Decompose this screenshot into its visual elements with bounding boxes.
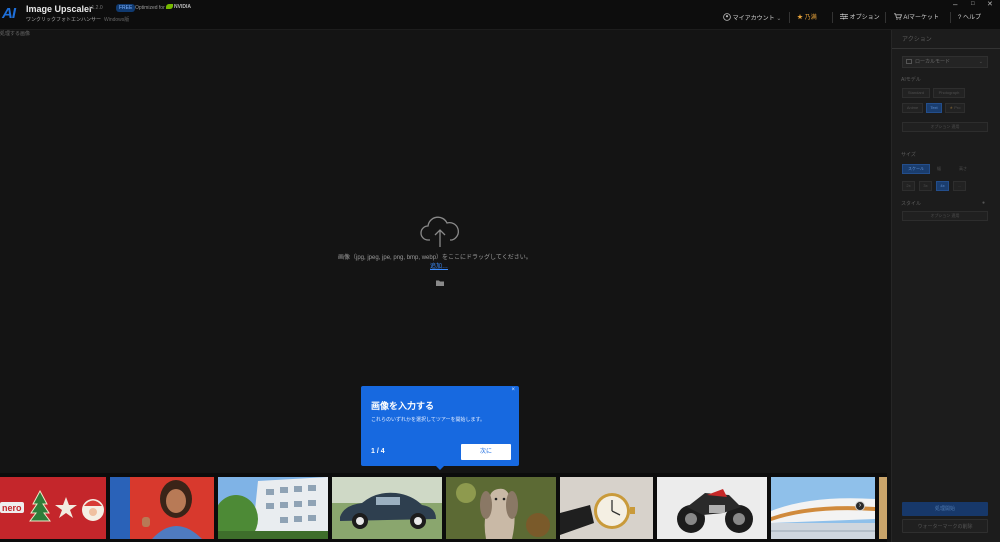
app-subtitle: ワンクリックフォトエンハンサー <box>26 17 102 23</box>
tour-description: これらのいずれかを選択してツアーを開始します。 <box>371 417 486 423</box>
help-button[interactable]: ? ヘルプ <box>958 13 981 23</box>
size-scale-tab[interactable]: スケール <box>902 164 930 174</box>
pro-icon: ★ <box>949 105 954 110</box>
title-bar: AI Image Upscaler v1.2.0 FREE Optimized … <box>0 0 1000 30</box>
ai-market-label: AIマーケット <box>903 15 940 21</box>
model-pro-label: Pro <box>954 105 961 110</box>
app-version: v1.2.0 <box>89 5 103 11</box>
upgrade-button[interactable]: ★ 乃满 <box>797 13 817 23</box>
drop-instructions: 画像（jpg, jpeg, jpe, png, bmp, webp）をここにドラ… <box>338 255 532 261</box>
sample-image-strip: nero <box>0 473 887 542</box>
action-panel: アクション ローカルモード ⌄ AIモデル Standard Photograp… <box>891 30 1000 542</box>
maximize-button[interactable]: □ <box>971 1 975 7</box>
chevron-right-icon[interactable]: › <box>855 501 865 511</box>
thumb-partial[interactable] <box>879 477 887 539</box>
app-window: AI Image Upscaler v1.2.0 FREE Optimized … <box>0 0 1000 542</box>
divider <box>832 12 833 23</box>
question-icon: ? <box>958 15 962 21</box>
upgrade-label: 乃满 <box>804 15 817 21</box>
tab-actions-label: アクション <box>902 37 932 43</box>
tour-next-button[interactable]: 次に <box>461 444 511 460</box>
mode-select-value: ローカルモード <box>915 59 951 65</box>
start-processing-button[interactable]: 処理開始 <box>902 502 988 516</box>
size-width-tab[interactable]: 幅 <box>933 164 945 174</box>
nvidia-label: NVIDIA <box>174 4 191 10</box>
divider <box>789 12 790 23</box>
scale-more-button[interactable]: ... <box>953 181 966 191</box>
svg-text:nero: nero <box>2 503 22 513</box>
thumb-motorcycle[interactable] <box>657 477 767 539</box>
tab-actions[interactable]: アクション <box>892 30 1000 49</box>
close-button[interactable]: ✕ <box>987 0 993 8</box>
nvidia-eye-icon <box>166 4 173 9</box>
scale-3x-button[interactable]: 3x <box>919 181 932 191</box>
help-label: ヘルプ <box>963 15 982 21</box>
model-text-button[interactable]: Text <box>926 103 942 113</box>
app-logo: AI <box>2 5 16 22</box>
style-options-button[interactable]: オプション 適用 <box>902 211 988 221</box>
motorcycle-image <box>657 477 767 539</box>
info-icon[interactable]: ● <box>982 200 985 206</box>
vintage-car-image <box>332 477 442 539</box>
user-icon <box>723 13 731 21</box>
options-label: オプション <box>849 15 880 21</box>
ai-market-button[interactable]: AIマーケット <box>894 13 939 23</box>
tour-pointer <box>435 465 445 470</box>
divider <box>885 12 886 23</box>
tour-step-counter: 1 / 4 <box>371 448 385 455</box>
my-account-label: マイアカウント <box>732 16 775 22</box>
options-button[interactable]: オプション <box>840 13 880 23</box>
scale-4x-button[interactable]: 4x <box>936 181 949 191</box>
model-photograph-button[interactable]: Photograph <box>933 88 965 98</box>
tour-title: 画像を入力する <box>371 401 435 411</box>
model-pro-button[interactable]: ★ Pro <box>945 103 965 113</box>
mode-select[interactable]: ローカルモード ⌄ <box>902 56 988 68</box>
monitor-icon <box>906 59 912 64</box>
thumb-wristwatch[interactable] <box>560 477 653 539</box>
tour-close-button[interactable]: × <box>511 387 515 393</box>
cloud-upload-icon[interactable] <box>420 214 460 248</box>
building-image <box>218 477 328 539</box>
tour-popup: × 画像を入力する これらのいずれかを選択してツアーを開始します。 1 / 4 … <box>361 386 519 466</box>
my-account-button[interactable]: マイアカウント ⌄ <box>723 13 781 23</box>
thumb-vintage-car[interactable] <box>332 477 442 539</box>
model-options-button[interactable]: オプション 適用 <box>902 122 988 132</box>
chevron-down-icon: ⌄ <box>776 16 782 22</box>
wristwatch-image <box>560 477 653 539</box>
sliders-icon <box>840 13 848 20</box>
chevron-down-icon: ⌄ <box>978 59 983 65</box>
minimize-button[interactable]: – <box>953 0 957 9</box>
thumb-smiling-woman[interactable] <box>110 477 214 539</box>
divider <box>950 12 951 23</box>
add-images-link[interactable]: 追加… <box>430 261 448 270</box>
app-edition: Windows版 <box>104 17 130 23</box>
model-standard-button[interactable]: Standard <box>902 88 930 98</box>
app-title: Image Upscaler <box>26 4 93 14</box>
thumb-christmas-cookies[interactable]: nero <box>0 477 106 539</box>
optimized-for-text: Optimized for <box>135 5 165 11</box>
thumb-dog[interactable] <box>446 477 556 539</box>
woman-image <box>110 477 214 539</box>
size-height-tab[interactable]: 高さ <box>954 164 972 174</box>
cart-icon <box>894 13 903 20</box>
style-label: スタイル <box>901 201 922 207</box>
star-icon: ★ <box>797 15 804 21</box>
cookies-image: nero <box>0 477 106 539</box>
free-badge: FREE <box>116 4 136 12</box>
folder-icon[interactable] <box>436 280 444 286</box>
nvidia-logo: NVIDIA <box>166 4 191 10</box>
ai-model-label: AIモデル <box>901 77 921 83</box>
dog-image <box>446 477 556 539</box>
main-header: 処理する画像 <box>0 31 31 37</box>
remove-watermark-button[interactable]: ウォーターマークの削除 <box>902 519 988 533</box>
scale-2x-button[interactable]: 2x <box>902 181 915 191</box>
model-anime-button[interactable]: Anime <box>902 103 923 113</box>
thumb-building[interactable] <box>218 477 328 539</box>
size-label: サイズ <box>901 152 916 158</box>
